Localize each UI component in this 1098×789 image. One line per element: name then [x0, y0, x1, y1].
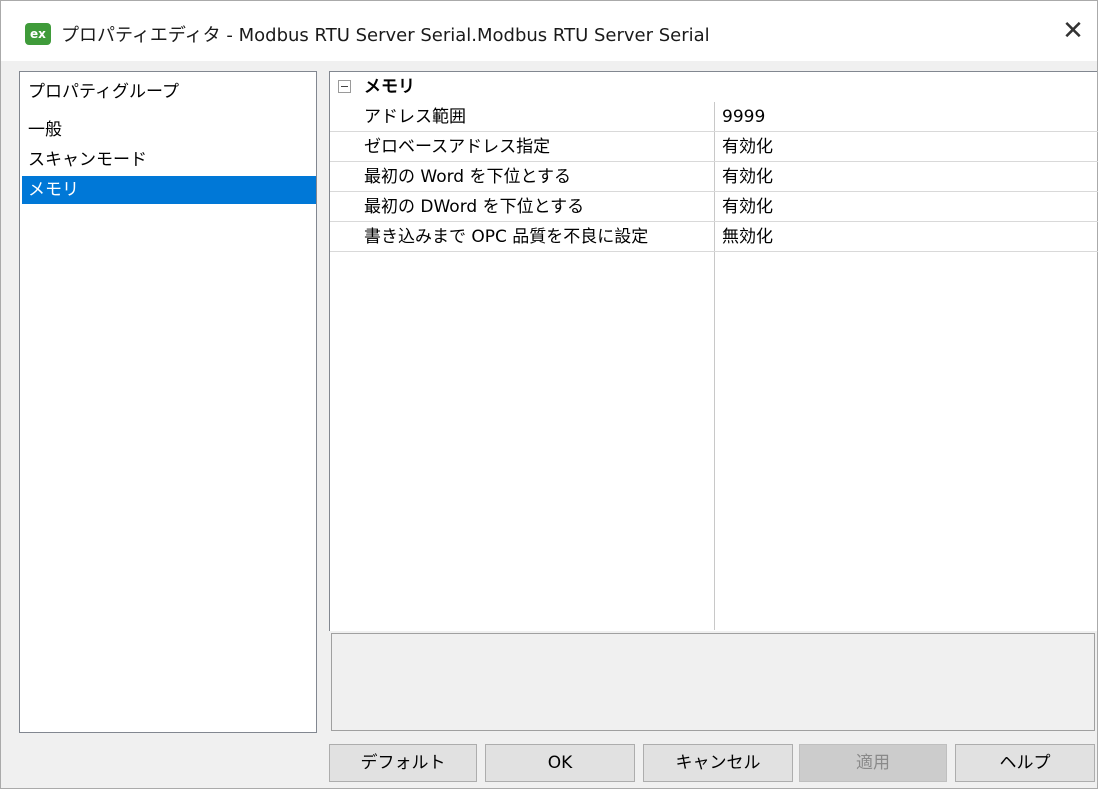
property-name: 書き込みまで OPC 品質を不良に設定: [364, 227, 649, 247]
property-row-opc-quality[interactable]: 書き込みまで OPC 品質を不良に設定 無効化: [330, 222, 1098, 252]
property-group-header: プロパティグループ: [28, 82, 179, 102]
property-row-address-range[interactable]: アドレス範囲 9999: [330, 102, 1098, 132]
property-value[interactable]: 無効化: [722, 224, 773, 250]
group-item-general[interactable]: 一般: [22, 116, 316, 144]
property-name: 最初の DWord を下位とする: [364, 197, 585, 217]
collapse-icon[interactable]: [338, 80, 351, 93]
property-value[interactable]: 有効化: [722, 134, 773, 160]
cancel-button[interactable]: キャンセル: [643, 744, 793, 782]
category-row-memory[interactable]: メモリ: [330, 72, 1098, 102]
property-name: 最初の Word を下位とする: [364, 167, 571, 187]
property-name: アドレス範囲: [364, 107, 466, 127]
title-bar[interactable]: ex プロパティエディタ - Modbus RTU Server Serial.…: [1, 1, 1097, 61]
property-group-list[interactable]: プロパティグループ 一般 スキャンモード メモリ: [19, 71, 317, 733]
description-box: [331, 633, 1095, 731]
close-icon[interactable]: ✕: [1053, 13, 1093, 49]
ok-button[interactable]: OK: [485, 744, 635, 782]
group-item-scan-mode[interactable]: スキャンモード: [22, 146, 316, 174]
property-name: ゼロベースアドレス指定: [364, 137, 551, 157]
property-grid: メモリ アドレス範囲 9999 ゼロベースアドレス指定 有効化 最初の Word…: [329, 71, 1098, 631]
property-value[interactable]: 9999: [722, 104, 765, 130]
apply-button[interactable]: 適用: [799, 744, 947, 782]
property-row-first-word-low[interactable]: 最初の Word を下位とする 有効化: [330, 162, 1098, 192]
property-row-zero-based[interactable]: ゼロベースアドレス指定 有効化: [330, 132, 1098, 162]
property-value[interactable]: 有効化: [722, 194, 773, 220]
help-button[interactable]: ヘルプ: [955, 744, 1095, 782]
default-button[interactable]: デフォルト: [329, 744, 477, 782]
group-item-memory[interactable]: メモリ: [22, 176, 316, 204]
window-title: プロパティエディタ - Modbus RTU Server Serial.Mod…: [61, 25, 710, 46]
property-value[interactable]: 有効化: [722, 164, 773, 190]
category-label: メモリ: [364, 77, 415, 97]
property-row-first-dword-low[interactable]: 最初の DWord を下位とする 有効化: [330, 192, 1098, 222]
property-editor-window: ex プロパティエディタ - Modbus RTU Server Serial.…: [0, 0, 1098, 789]
app-icon: ex: [25, 23, 51, 45]
